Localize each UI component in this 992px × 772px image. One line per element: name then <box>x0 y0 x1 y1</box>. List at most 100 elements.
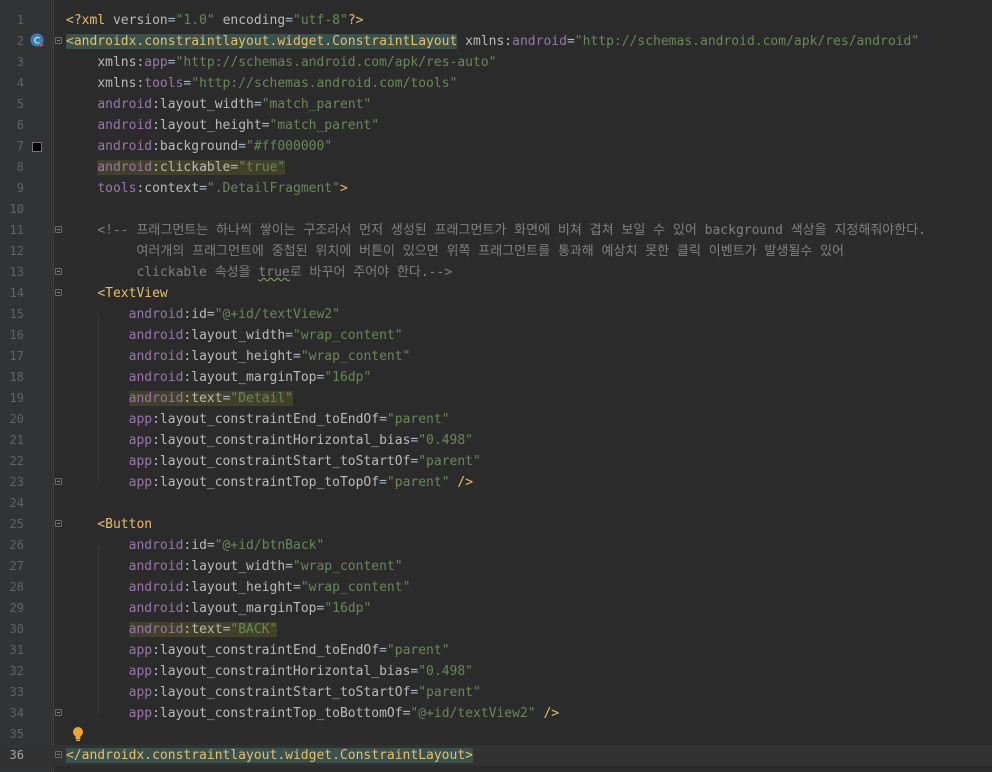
xml-tag: <Button <box>97 517 153 532</box>
line-number: 12 <box>9 244 24 258</box>
code-line[interactable]: 25 <Button <box>0 514 992 535</box>
code-content[interactable]: app:layout_constraintHorizontal_bias="0.… <box>66 430 473 451</box>
code-line[interactable]: 6 android:layout_height="match_parent" <box>0 115 992 136</box>
fold-toggle-icon[interactable] <box>55 37 62 44</box>
code-line[interactable]: 20 app:layout_constraintEnd_toEndOf="par… <box>0 409 992 430</box>
namespace-prefix: android <box>128 328 184 343</box>
code-content[interactable]: app:layout_constraintStart_toStartOf="pa… <box>66 682 481 703</box>
code-line[interactable]: 27 android:layout_width="wrap_content" <box>0 556 992 577</box>
code-text: = <box>199 181 207 196</box>
code-line[interactable]: 21 app:layout_constraintHorizontal_bias=… <box>0 430 992 451</box>
code-content[interactable]: android:text="BACK" <box>66 619 278 640</box>
fold-toggle-icon[interactable] <box>55 478 62 485</box>
fold-toggle-icon[interactable] <box>55 751 62 758</box>
code-content[interactable]: xmlns:tools="http://schemas.android.com/… <box>66 73 457 94</box>
code-content[interactable]: </androidx.constraintlayout.widget.Const… <box>66 745 473 766</box>
code-text: = <box>379 475 387 490</box>
code-content[interactable]: android:layout_height="match_parent" <box>66 115 379 136</box>
code-line[interactable]: 5 android:layout_width="match_parent" <box>0 94 992 115</box>
code-line[interactable]: 12 여러개의 프래그먼트에 중첩된 위치에 버튼이 있으면 위쪽 프래그먼트를… <box>0 241 992 262</box>
code-content[interactable]: tools:context=".DetailFragment"> <box>66 178 347 199</box>
code-line[interactable]: 26 android:id="@+id/btnBack" <box>0 535 992 556</box>
code-content[interactable]: 여러개의 프래그먼트에 중첩된 위치에 버튼이 있으면 위쪽 프래그먼트를 통과… <box>66 241 844 262</box>
class-link-icon[interactable]: C <box>29 32 46 49</box>
code-text: = <box>379 643 387 658</box>
fold-toggle-icon[interactable] <box>55 268 62 275</box>
code-content[interactable]: app:layout_constraintEnd_toEndOf="parent… <box>66 409 450 430</box>
code-content[interactable]: android:id="@+id/textView2" <box>66 304 340 325</box>
code-content[interactable]: xmlns:app="http://schemas.android.com/ap… <box>66 52 496 73</box>
code-content[interactable]: app:layout_constraintHorizontal_bias="0.… <box>66 661 473 682</box>
code-content[interactable]: android:id="@+id/btnBack" <box>66 535 325 556</box>
line-number: 26 <box>9 538 24 552</box>
code-line[interactable]: 28 android:layout_height="wrap_content" <box>0 577 992 598</box>
code-content[interactable]: <TextView <box>66 283 167 304</box>
code-line[interactable]: 34 app:layout_constraintTop_toBottomOf="… <box>0 703 992 724</box>
code-line[interactable]: 9 tools:context=".DetailFragment"> <box>0 178 992 199</box>
code-editor[interactable]: 1 <?xml version="1.0" encoding="utf-8"?> 2… <box>0 0 992 772</box>
code-content[interactable]: android:text="Detail" <box>66 388 294 409</box>
code-content[interactable]: android:layout_marginTop="16dp" <box>66 367 372 388</box>
code-line[interactable]: 22 app:layout_constraintStart_toStartOf=… <box>0 451 992 472</box>
code-line[interactable]: 35 <box>0 724 992 745</box>
attribute-name: :layout_width <box>183 559 286 574</box>
code-line[interactable]: 19 android:text="Detail" <box>0 388 992 409</box>
code-content[interactable]: <Button <box>66 514 152 535</box>
code-content[interactable]: android:layout_width="wrap_content" <box>66 556 403 577</box>
code-content[interactable]: app:layout_constraintStart_toStartOf="pa… <box>66 451 481 472</box>
code-line[interactable]: 10 <box>0 199 992 220</box>
fold-toggle-icon[interactable] <box>55 289 62 296</box>
code-line[interactable]: 2 C <androidx.constraintlayout.widget.Cons… <box>0 31 992 52</box>
attribute-name: :background <box>152 139 239 154</box>
attribute-value-highlighted: "BACK" <box>230 622 278 637</box>
namespace-prefix-highlighted: android <box>128 391 184 406</box>
code-line[interactable]: 23 app:layout_constraintTop_toTopOf="par… <box>0 472 992 493</box>
code-content[interactable]: android:background="#ff000000" <box>66 136 332 157</box>
code-line[interactable]: 32 app:layout_constraintHorizontal_bias=… <box>0 661 992 682</box>
code-line[interactable]: 31 app:layout_constraintEnd_toEndOf="par… <box>0 640 992 661</box>
code-line[interactable]: 16 android:layout_width="wrap_content" <box>0 325 992 346</box>
attribute-name-highlighted: :text <box>183 622 223 637</box>
code-content[interactable]: <!-- 프래그먼트는 하나씩 쌓이는 구조라서 먼저 생성된 프래그먼트가 화… <box>66 220 926 241</box>
color-preview-icon[interactable] <box>32 142 42 152</box>
code-content[interactable]: <androidx.constraintlayout.widget.Constr… <box>66 31 919 52</box>
code-content[interactable]: <?xml version="1.0" encoding="utf-8"?> <box>66 10 363 31</box>
code-line[interactable]: 24 <box>0 493 992 514</box>
attribute-name: version <box>112 13 168 28</box>
code-line[interactable]: 29 android:layout_marginTop="16dp" <box>0 598 992 619</box>
code-line[interactable]: 30 android:text="BACK" <box>0 619 992 640</box>
code-content[interactable]: android:clickable="true" <box>66 157 286 178</box>
code-content[interactable]: app:layout_constraintTop_toTopOf="parent… <box>66 472 473 493</box>
code-content[interactable]: app:layout_constraintTop_toBottomOf="@+i… <box>66 703 559 724</box>
code-content[interactable]: android:layout_height="wrap_content" <box>66 346 411 367</box>
code-text: = <box>285 13 294 28</box>
code-line[interactable]: 4 xmlns:tools="http://schemas.android.co… <box>0 73 992 94</box>
code-line[interactable]: 18 android:layout_marginTop="16dp" <box>0 367 992 388</box>
code-line[interactable]: 3 xmlns:app="http://schemas.android.com/… <box>0 52 992 73</box>
code-content[interactable]: android:layout_marginTop="16dp" <box>66 598 372 619</box>
code-content[interactable]: android:layout_width="wrap_content" <box>66 325 403 346</box>
code-line[interactable]: 15 android:id="@+id/textView2" <box>0 304 992 325</box>
code-line[interactable]: 36 </androidx.constraintlayout.widget.Con… <box>0 745 992 766</box>
code-content[interactable]: android:layout_width="match_parent" <box>66 94 371 115</box>
fold-toggle-icon[interactable] <box>55 520 62 527</box>
fold-toggle-icon[interactable] <box>55 709 62 716</box>
namespace-prefix: app <box>128 412 153 427</box>
code-line[interactable]: 33 app:layout_constraintStart_toStartOf=… <box>0 682 992 703</box>
code-line[interactable]: 7 android:background="#ff000000" <box>0 136 992 157</box>
fold-toggle-icon[interactable] <box>55 226 62 233</box>
code-line[interactable]: 14 <TextView <box>0 283 992 304</box>
code-content[interactable]: android:layout_height="wrap_content" <box>66 577 411 598</box>
code-line[interactable]: 17 android:layout_height="wrap_content" <box>0 346 992 367</box>
code-line[interactable]: 1 <?xml version="1.0" encoding="utf-8"?> <box>0 10 992 31</box>
code-line[interactable]: 8 android:clickable="true" <box>0 157 992 178</box>
code-content[interactable]: app:layout_constraintEnd_toEndOf="parent… <box>66 640 450 661</box>
code-content[interactable]: clickable 속성을 true로 바꾸어 주어야 한다.--> <box>66 262 452 283</box>
code-line[interactable]: 11 <!-- 프래그먼트는 하나씩 쌓이는 구조라서 먼저 생성된 프래그먼트… <box>0 220 992 241</box>
code-line[interactable]: 13 clickable 속성을 true로 바꾸어 주어야 한다.--> <box>0 262 992 283</box>
